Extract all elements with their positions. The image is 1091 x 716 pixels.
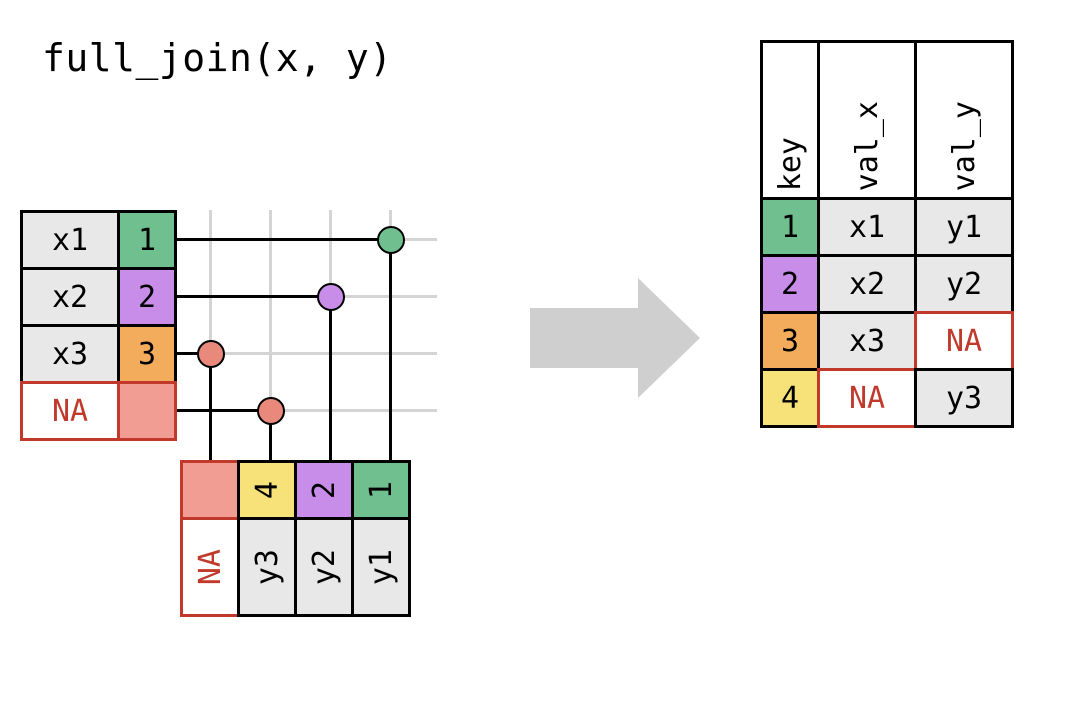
y-key-cell: 1	[351, 460, 411, 520]
y-val-cell: y1	[351, 517, 411, 617]
match-vline	[389, 238, 392, 460]
result-header: key	[760, 40, 820, 200]
match-hline	[177, 295, 332, 298]
y-key-label: 2	[307, 481, 342, 499]
y-val-label: y3	[250, 549, 285, 585]
match-hline	[177, 238, 392, 241]
y-val-cell: y3	[237, 517, 297, 617]
y-val-label: y2	[307, 549, 342, 585]
match-vline	[329, 295, 332, 460]
y-val-cell: y2	[294, 517, 354, 617]
arrow-icon	[530, 278, 700, 398]
result-valx-cell: x2	[817, 254, 917, 314]
diagram-title: full_join(x, y)	[42, 36, 393, 80]
result-key-cell: 3	[760, 311, 820, 371]
x-key-cell: 3	[117, 324, 177, 384]
x-val-cell: x2	[20, 267, 120, 327]
y-val-label: NA	[193, 549, 228, 585]
y-key-label: 4	[250, 481, 285, 499]
result-header-label: val_y	[947, 101, 982, 191]
result-header-label: val_x	[850, 101, 885, 191]
result-valy-cell: y2	[914, 254, 1014, 314]
match-dot	[377, 226, 405, 254]
y-val-label: y1	[364, 549, 399, 585]
match-dot	[317, 283, 345, 311]
match-vline	[209, 352, 212, 460]
match-dot	[197, 340, 225, 368]
result-valx-cell: x1	[817, 197, 917, 257]
result-valx-na-cell: NA	[817, 368, 917, 428]
result-header: val_x	[817, 40, 917, 200]
x-key-cell: 1	[117, 210, 177, 270]
result-header: val_y	[914, 40, 1014, 200]
y-key-cell: 2	[294, 460, 354, 520]
x-key-na-cell	[117, 381, 177, 441]
result-key-cell: 2	[760, 254, 820, 314]
result-valy-na-cell: NA	[914, 311, 1014, 371]
match-dot	[257, 397, 285, 425]
x-key-cell: 2	[117, 267, 177, 327]
result-header-label: key	[773, 137, 808, 191]
y-key-na-cell	[180, 460, 240, 520]
result-valx-cell: x3	[817, 311, 917, 371]
x-val-cell: x3	[20, 324, 120, 384]
x-val-cell: x1	[20, 210, 120, 270]
x-val-na-cell: NA	[20, 381, 120, 441]
y-val-na-cell: NA	[180, 517, 240, 617]
result-valy-cell: y3	[914, 368, 1014, 428]
result-key-cell: 4	[760, 368, 820, 428]
y-key-cell: 4	[237, 460, 297, 520]
result-key-cell: 1	[760, 197, 820, 257]
y-key-label: 1	[364, 481, 399, 499]
result-valy-cell: y1	[914, 197, 1014, 257]
